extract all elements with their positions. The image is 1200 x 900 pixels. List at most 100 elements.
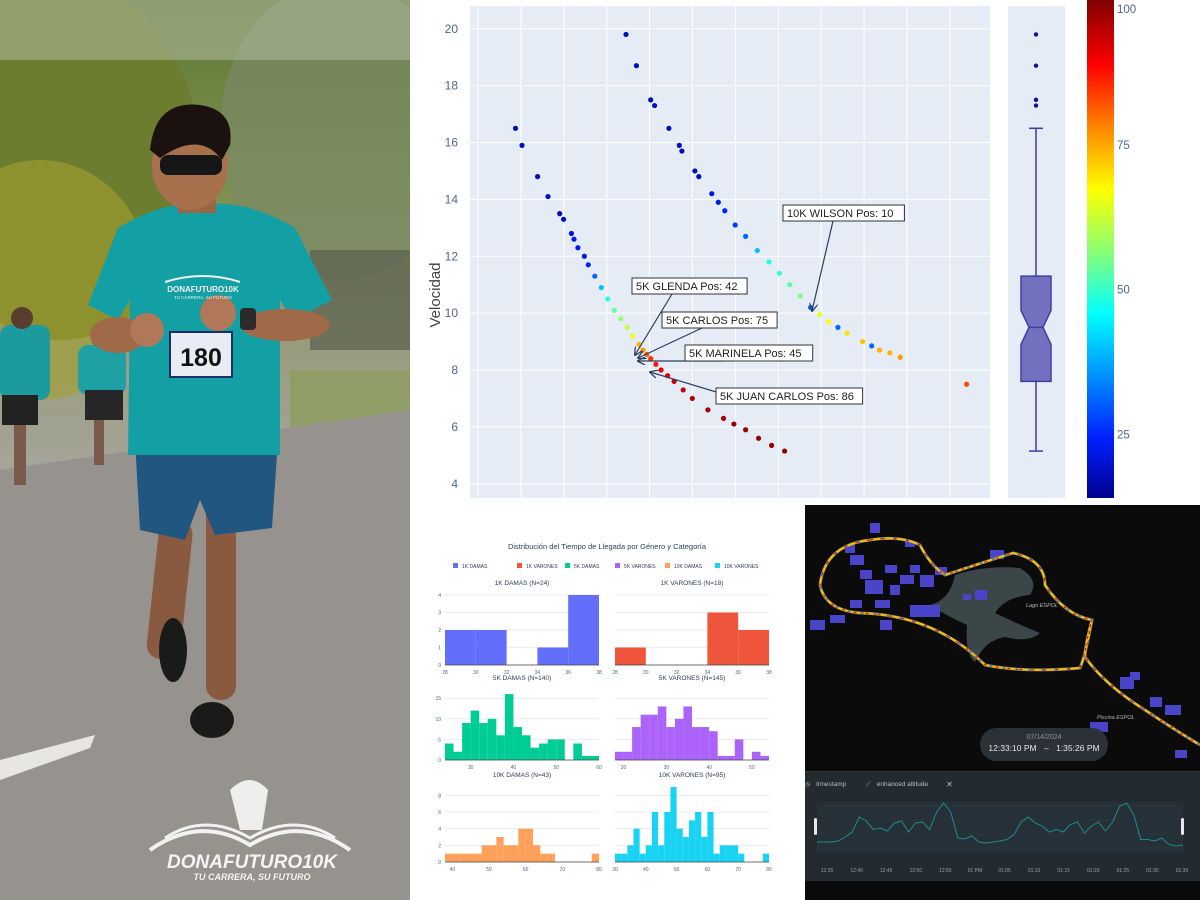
data-point-10k [709, 191, 715, 197]
data-point-5k [512, 125, 519, 131]
data-point-10k [844, 330, 850, 336]
histogram-bar [760, 755, 769, 760]
data-point-10k [676, 142, 682, 148]
fist-left [130, 313, 164, 347]
data-point-5k [592, 273, 598, 279]
x-tick-label: 60 [705, 867, 711, 873]
shirt-logo-text: DONAFUTURO10K [167, 285, 239, 294]
histogram-subplot: 10K DAMAS (N=43) 0 2 4 6 8 40 50 60 70 80 [438, 772, 602, 873]
data-point-10k [869, 343, 875, 349]
histogram-bar [525, 828, 533, 862]
data-point-10k [648, 97, 654, 103]
time-end: 1:35:26 PM [1056, 743, 1100, 753]
range-handle-left [814, 818, 817, 835]
annotation-label: 5K JUAN CARLOS Pos: 86 [720, 391, 854, 403]
subplot-title: 1K DAMAS (N=24) [495, 580, 550, 587]
runner-photo: 180 DONAFUTURO10K TU CARRERA, SU FUTURO … [0, 0, 410, 900]
histogram-bar [474, 853, 482, 862]
histogram-bar [666, 727, 675, 760]
histogram-bar [496, 735, 505, 760]
x-tick-label: 40 [511, 765, 517, 771]
data-point-10k [679, 148, 685, 154]
subplot-title: 1K VARONES (N=18) [661, 580, 724, 587]
histogram-bar [623, 751, 633, 760]
timestamp-field-label[interactable]: timestamp [816, 781, 846, 788]
x-tick-label: 01:20 [1087, 868, 1100, 874]
y-tick-label: 15 [435, 696, 441, 702]
y-tick-label: 6 [451, 420, 458, 434]
y-tick-label: 20 [445, 22, 459, 36]
data-point-5k [629, 333, 636, 339]
histogram-bar [489, 845, 497, 862]
fist-right [200, 295, 236, 331]
logo-tagline: TU CARRERA, SU FUTURO [194, 872, 311, 882]
data-point-10k [754, 247, 760, 254]
sunglasses [160, 155, 222, 175]
data-point-5k [731, 421, 737, 427]
x-tick-label: 12:40 [850, 868, 863, 874]
x-tick-label: 01:25 [1117, 868, 1130, 874]
legend-label: 5K DAMAS [574, 564, 600, 570]
histogram-bar [518, 828, 526, 862]
x-tick-label: 01:35 [1176, 868, 1189, 874]
annotation-label: 10K WILSON Pos: 10 [787, 208, 893, 220]
y-tick-label: 2 [438, 628, 441, 634]
x-tick-label: 70 [560, 867, 566, 873]
legend-swatch [665, 563, 670, 568]
data-point-5k [575, 245, 581, 251]
data-point-5k [611, 307, 617, 313]
map-label-lago: Lago ESPOL [1026, 603, 1058, 609]
data-point-5k [605, 296, 611, 302]
legend-swatch [453, 563, 458, 568]
scatter-plot-area [470, 6, 990, 498]
y-tick-label: 0 [438, 663, 441, 669]
histogram-bar [445, 630, 476, 665]
data-point-5k [598, 284, 604, 291]
line-chart-icon: ⟋ [866, 780, 871, 788]
x-tick-label: 50 [486, 867, 492, 873]
data-point-10k [715, 199, 721, 205]
data-point-5k [658, 367, 664, 373]
data-point-5k [743, 427, 749, 433]
y-axis-label: Velocidad [427, 262, 444, 327]
y-tick-label: 12 [445, 249, 459, 263]
histogram-bar [674, 718, 684, 760]
data-point-5k [585, 262, 591, 268]
histogram-bar [621, 853, 628, 862]
histograms-title: Distribución del Tiempo de Llegada por G… [508, 542, 707, 551]
data-point-10k [692, 168, 698, 174]
histogram-bar [556, 739, 565, 760]
histogram-bar [479, 722, 488, 760]
runner-photo-illustration: 180 DONAFUTURO10K TU CARRERA, SU FUTURO … [0, 0, 410, 900]
histogram-bar [707, 612, 739, 665]
x-tick-label: 50 [553, 765, 559, 771]
velocity-scatter-chart: 4 6 8 10 12 14 16 18 20 Velocidad 5K GLENDA Pos:… [427, 0, 1136, 498]
time-range-pill: 07/14/2024 12:33:10 PM – 1:35:26 PM [980, 728, 1108, 761]
histogram-bar [530, 747, 540, 760]
data-point-10k [835, 324, 841, 330]
close-icon[interactable]: ✕ [946, 780, 953, 789]
data-point-10k [743, 233, 749, 239]
histogram-bar [632, 727, 641, 760]
colorbar-tick-label: 100 [1117, 4, 1136, 16]
x-tick-label: 38 [766, 670, 772, 676]
data-point-5k [571, 236, 577, 242]
x-tick-label: 30 [468, 765, 474, 771]
data-point-5k [561, 216, 567, 222]
histogram-bar [445, 743, 454, 760]
histogram-bar [713, 853, 720, 862]
bib-number: 180 [180, 344, 222, 372]
y-tick-label: 8 [451, 363, 458, 377]
x-tick-label: 20 [621, 765, 627, 771]
x-tick-label: 50 [674, 867, 680, 873]
histogram-bar [734, 739, 744, 760]
histogram-bar [682, 837, 689, 862]
data-point-5k [557, 211, 563, 217]
histogram-bar [511, 845, 519, 862]
histogram-bar [547, 853, 555, 862]
altitude-series-label[interactable]: enhanced altitude [877, 781, 928, 788]
boxplot-outlier [1033, 97, 1039, 103]
x-tick-label: 80 [766, 867, 772, 873]
x-tick-label: 30 [473, 670, 479, 676]
histogram-bar [537, 647, 569, 665]
